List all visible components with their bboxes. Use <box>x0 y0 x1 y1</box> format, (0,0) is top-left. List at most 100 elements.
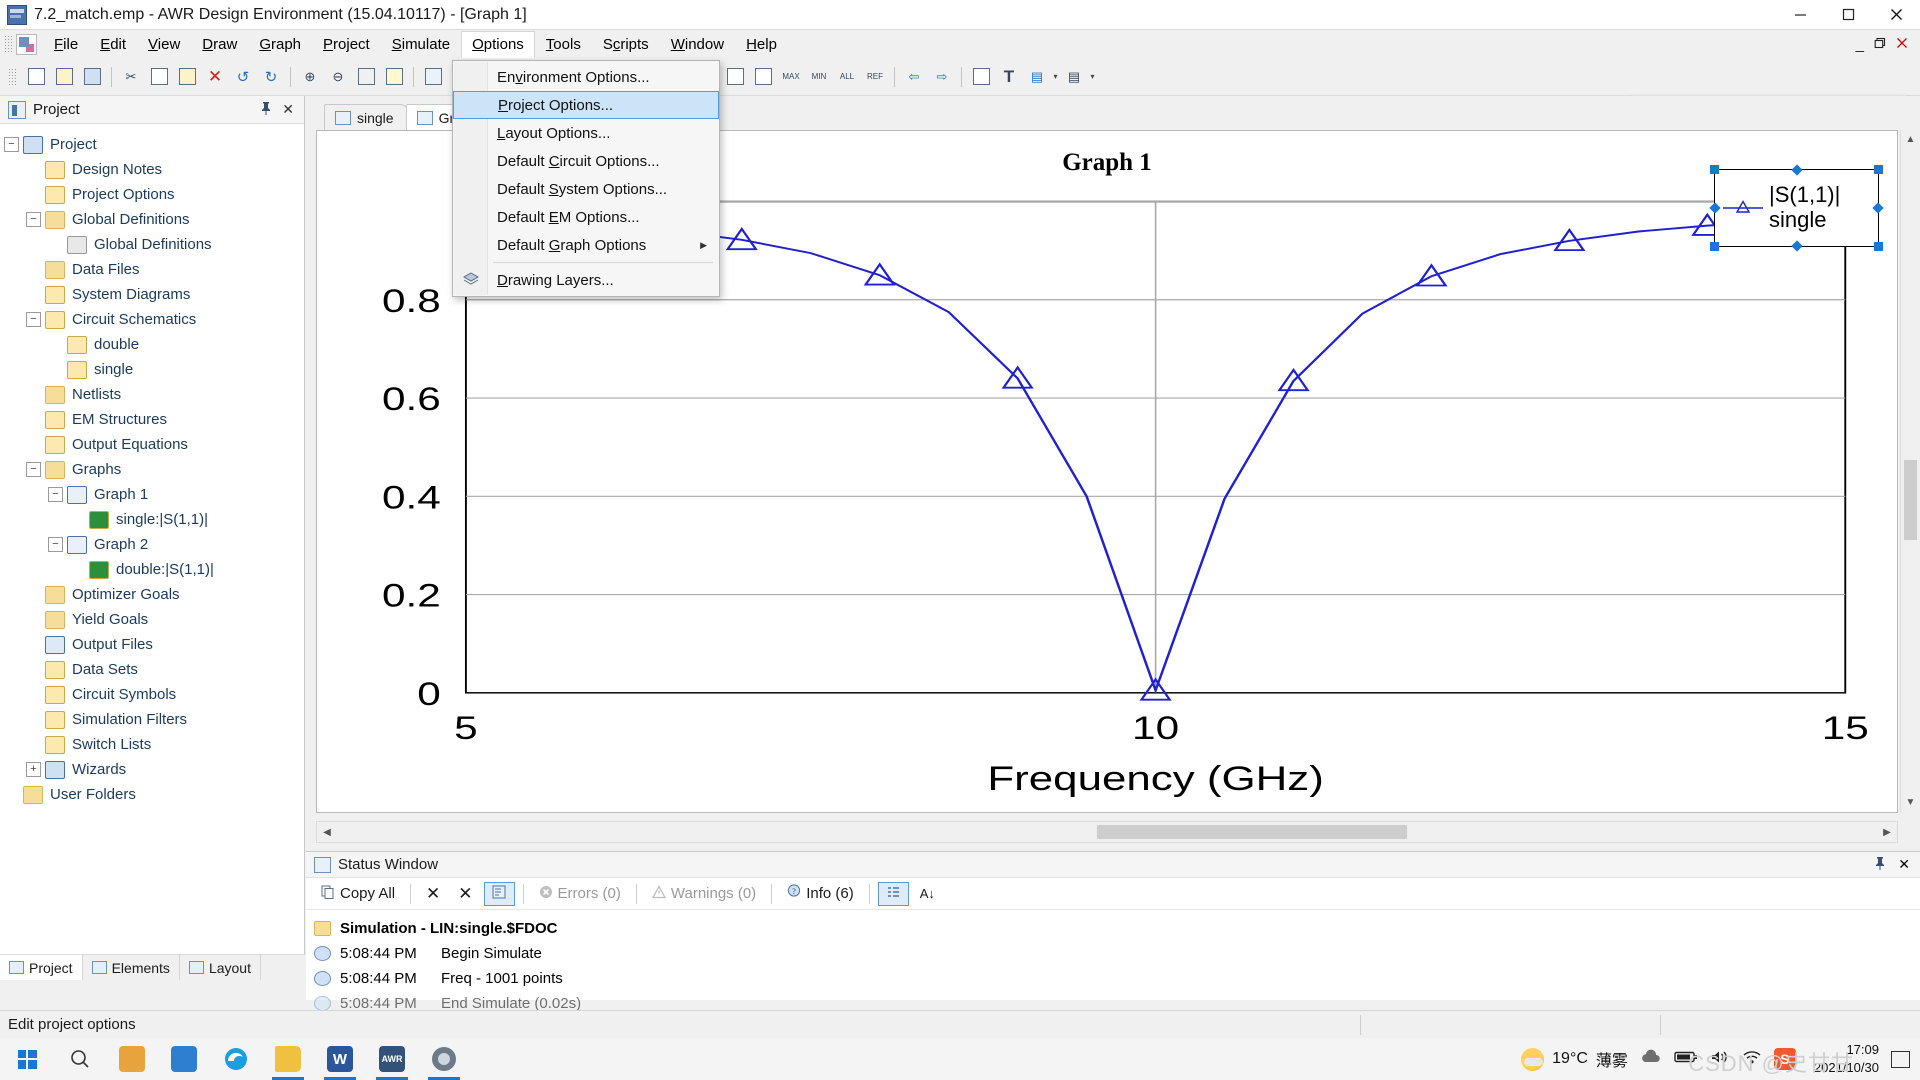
tree-item-netlists[interactable]: Netlists <box>0 382 304 407</box>
doc-minimize-button[interactable]: _ <box>1852 36 1868 53</box>
menu-item-environment-options[interactable]: Environment Options... <box>453 63 719 91</box>
tree-item-circuit-symbols[interactable]: Circuit Symbols <box>0 682 304 707</box>
tree-item-circuit-schematics[interactable]: − Circuit Schematics <box>0 307 304 332</box>
tree-item-project[interactable]: − Project <box>0 132 304 157</box>
tree-item-double[interactable]: double <box>0 332 304 357</box>
legend-handle-tr[interactable] <box>1874 165 1883 174</box>
zoom-fit-icon[interactable] <box>353 64 379 90</box>
tree-item-user-folders[interactable]: User Folders <box>0 782 304 807</box>
tree-item-single-s-1-1[interactable]: single:|S(1,1)| <box>0 507 304 532</box>
tree-item-graphs[interactable]: − Graphs <box>0 457 304 482</box>
menu-graph[interactable]: Graph <box>248 31 312 58</box>
copy-all-button[interactable]: Copy All <box>314 883 402 905</box>
status-pin-icon[interactable] <box>1874 856 1886 873</box>
info-filter-button[interactable]: ? Info (6) <box>780 882 861 905</box>
marker-min-icon[interactable]: MIN <box>806 64 832 90</box>
text-icon[interactable]: T <box>996 64 1022 90</box>
status-log-row[interactable]: 5:08:44 PM Freq - 1001 points <box>314 966 1920 991</box>
vscroll-up-icon[interactable]: ▲ <box>1901 130 1920 150</box>
tree-expander-icon[interactable]: − <box>48 537 63 552</box>
start-icon[interactable] <box>0 1038 54 1080</box>
menu-item-project-options[interactable]: Project Options... <box>453 91 719 119</box>
tree-item-data-sets[interactable]: Data Sets <box>0 657 304 682</box>
status-log-row[interactable]: 5:08:44 PM Begin Simulate <box>314 941 1920 966</box>
tree-item-global-definitions[interactable]: Global Definitions <box>0 232 304 257</box>
line-style-icon[interactable]: ▤ <box>1061 64 1087 90</box>
paste-icon[interactable] <box>174 64 200 90</box>
tree-expander-icon[interactable]: − <box>26 312 41 327</box>
tree-expander-icon[interactable]: + <box>26 762 41 777</box>
menu-scripts[interactable]: Scripts <box>592 31 660 58</box>
show-status-button[interactable] <box>483 881 515 906</box>
tree-item-data-files[interactable]: Data Files <box>0 257 304 282</box>
menu-grip[interactable] <box>4 35 12 53</box>
legend-handle-tl[interactable] <box>1710 165 1719 174</box>
sort-button[interactable]: A↓ <box>913 884 942 903</box>
prev-icon[interactable]: ⇦ <box>901 64 927 90</box>
new-schematic-icon[interactable] <box>420 64 446 90</box>
sogou-tray-icon[interactable]: S <box>1773 1048 1796 1070</box>
tree-item-simulation-filters[interactable]: Simulation Filters <box>0 707 304 732</box>
edge-icon[interactable] <box>210 1038 262 1080</box>
cloud-icon[interactable] <box>1640 1049 1662 1070</box>
zoom-area-icon[interactable] <box>381 64 407 90</box>
menu-edit[interactable]: Edit <box>89 31 137 58</box>
volume-icon[interactable] <box>1710 1049 1730 1070</box>
tree-item-graph-1[interactable]: − Graph 1 <box>0 482 304 507</box>
menu-item-drawing-layers[interactable]: Drawing Layers... <box>453 266 719 294</box>
menu-item-default-em-options[interactable]: Default EM Options... <box>453 203 719 231</box>
tree-expander-icon[interactable]: − <box>26 212 41 227</box>
errors-filter-button[interactable]: Errors (0) <box>532 883 628 905</box>
tree-item-system-diagrams[interactable]: System Diagrams <box>0 282 304 307</box>
mail-icon[interactable] <box>158 1038 210 1080</box>
toolbar-grip[interactable] <box>8 67 16 86</box>
annotation-icon[interactable] <box>968 64 994 90</box>
wifi-icon[interactable] <box>1742 1049 1762 1070</box>
line-style-dropdown-icon[interactable]: ▾ <box>1088 64 1097 90</box>
tree-item-output-files[interactable]: Output Files <box>0 632 304 657</box>
panel-tab-elements[interactable]: Elements <box>83 955 180 980</box>
tree-item-design-notes[interactable]: Design Notes <box>0 157 304 182</box>
color-dropdown-icon[interactable]: ▾ <box>1051 64 1060 90</box>
status-close-icon[interactable]: ✕ <box>1898 856 1910 873</box>
maximize-button[interactable] <box>1824 0 1872 30</box>
hscroll-thumb[interactable] <box>1097 825 1407 839</box>
menu-item-layout-options[interactable]: Layout Options... <box>453 119 719 147</box>
graph-vscrollbar[interactable]: ▲ ▼ <box>1900 130 1920 813</box>
word-icon[interactable]: W <box>314 1038 366 1080</box>
tree-expander-icon[interactable]: − <box>26 462 41 477</box>
minimize-button[interactable] <box>1776 0 1824 30</box>
menu-project[interactable]: Project <box>312 31 381 58</box>
save-icon[interactable] <box>79 64 105 90</box>
menu-item-default-graph-options[interactable]: Default Graph Options ▶ <box>453 231 719 259</box>
panel-close-icon[interactable]: ✕ <box>282 101 294 118</box>
new-icon[interactable] <box>23 64 49 90</box>
battery-icon[interactable] <box>1674 1050 1698 1069</box>
graph-hscrollbar[interactable]: ◀ ▶ <box>316 821 1898 843</box>
status-log-row[interactable]: Simulation - LIN:single.$FDOC <box>314 916 1920 941</box>
awr-icon[interactable]: AWR <box>366 1038 418 1080</box>
search-icon[interactable] <box>54 1038 106 1080</box>
panel-tab-layout[interactable]: Layout <box>180 955 261 980</box>
tree-expander-icon[interactable]: − <box>48 487 63 502</box>
hscroll-right-icon[interactable]: ▶ <box>1877 827 1897 838</box>
menu-tools[interactable]: Tools <box>535 31 592 58</box>
tree-item-optimizer-goals[interactable]: Optimizer Goals <box>0 582 304 607</box>
marker-max-icon[interactable]: MAX <box>778 64 804 90</box>
store-icon[interactable] <box>106 1038 158 1080</box>
tree-expander-icon[interactable]: − <box>4 137 19 152</box>
taskbar-clock[interactable]: 17:09 2021/10/30 <box>1808 1041 1879 1076</box>
tree-item-yield-goals[interactable]: Yield Goals <box>0 607 304 632</box>
legend-handle-br[interactable] <box>1874 242 1883 251</box>
color-icon[interactable]: ▤ <box>1024 64 1050 90</box>
tree-item-global-definitions[interactable]: − Global Definitions <box>0 207 304 232</box>
tree-item-output-equations[interactable]: Output Equations <box>0 432 304 457</box>
vscroll-thumb[interactable] <box>1904 460 1917 540</box>
options-menu-dropdown[interactable]: Environment Options... Project Options...… <box>452 60 720 297</box>
warnings-filter-button[interactable]: Warnings (0) <box>645 883 763 905</box>
cut-icon[interactable]: ✂ <box>118 64 144 90</box>
open-icon[interactable] <box>51 64 77 90</box>
marker-del-icon[interactable] <box>750 64 776 90</box>
group-button[interactable] <box>877 881 909 906</box>
menu-simulate[interactable]: Simulate <box>381 31 461 58</box>
